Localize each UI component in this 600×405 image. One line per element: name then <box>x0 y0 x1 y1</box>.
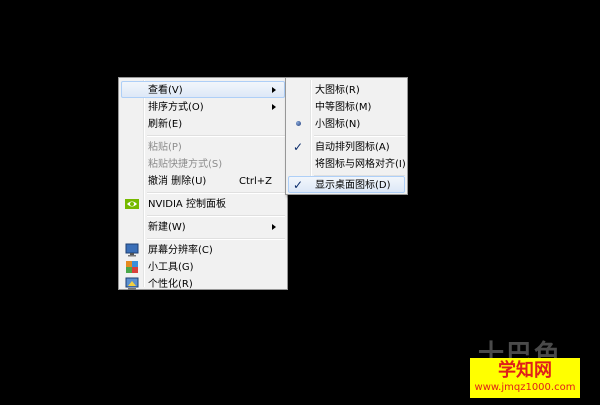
menu-item-screen-resolution[interactable]: 屏幕分辨率(C) <box>121 241 285 258</box>
submenu-item-small-icons[interactable]: 小图标(N) <box>288 115 405 132</box>
submenu-arrow-icon <box>272 224 276 230</box>
menu-item-label: 新建(W) <box>148 222 186 233</box>
submenu-item-show-desktop-icons[interactable]: ✓ 显示桌面图标(D) <box>288 176 405 193</box>
shortcut-label: Ctrl+Z <box>238 176 272 187</box>
menu-item-refresh[interactable]: 刷新(E) <box>121 115 285 132</box>
menu-item-label: 个性化(R) <box>148 279 193 290</box>
menu-item-label: NVIDIA 控制面板 <box>148 199 226 210</box>
menu-item-label: 粘贴(P) <box>148 142 182 153</box>
menu-separator <box>147 215 285 217</box>
menu-item-label: 显示桌面图标(D) <box>315 180 391 191</box>
menu-item-paste-shortcut[interactable]: 粘贴快捷方式(S) <box>121 155 285 172</box>
view-submenu: 大图标(R) 中等图标(M) 小图标(N) ✓ 自动排列图标(A) 将图标与网格… <box>285 77 408 195</box>
submenu-item-auto-arrange[interactable]: ✓ 自动排列图标(A) <box>288 138 405 155</box>
desktop-context-menu: 查看(V) 排序方式(O) 刷新(E) 粘贴(P) 粘贴快捷方式(S) 撤消 删… <box>118 77 288 290</box>
menu-separator <box>314 135 405 137</box>
menu-item-undo-delete[interactable]: 撤消 删除(U) Ctrl+Z <box>121 172 285 189</box>
menu-item-label: 小工具(G) <box>148 262 194 273</box>
menu-item-label: 大图标(R) <box>315 85 360 96</box>
menu-separator <box>147 135 285 137</box>
menu-item-gadgets[interactable]: 小工具(G) <box>121 258 285 275</box>
watermark-title: 学知网 <box>498 360 552 381</box>
menu-item-label: 撤消 删除(U) <box>148 176 207 187</box>
nvidia-icon <box>125 197 139 211</box>
menu-item-sort-by[interactable]: 排序方式(O) <box>121 98 285 115</box>
submenu-item-medium-icons[interactable]: 中等图标(M) <box>288 98 405 115</box>
watermark-badge: 学知网 www.jmqz1000.com <box>470 358 580 398</box>
submenu-item-align-to-grid[interactable]: 将图标与网格对齐(I) <box>288 155 406 172</box>
menu-separator <box>147 238 285 240</box>
monitor-icon <box>125 243 139 257</box>
gadgets-icon <box>125 260 139 274</box>
menu-item-new[interactable]: 新建(W) <box>121 218 285 235</box>
menu-item-label: 粘贴快捷方式(S) <box>148 159 223 170</box>
watermark-url: www.jmqz1000.com <box>474 382 576 393</box>
menu-item-label: 小图标(N) <box>315 119 361 130</box>
menu-item-label: 刷新(E) <box>148 119 183 130</box>
menu-item-label: 屏幕分辨率(C) <box>148 245 213 256</box>
menu-item-personalize[interactable]: 个性化(R) <box>121 275 285 292</box>
menu-item-label: 排序方式(O) <box>148 102 204 113</box>
menu-item-label: 中等图标(M) <box>315 102 372 113</box>
personalize-icon <box>125 277 139 291</box>
menu-item-nvidia-control-panel[interactable]: NVIDIA 控制面板 <box>121 195 285 212</box>
submenu-item-large-icons[interactable]: 大图标(R) <box>288 81 405 98</box>
submenu-arrow-icon <box>272 104 276 110</box>
submenu-arrow-icon <box>272 87 276 93</box>
checkmark-icon: ✓ <box>293 178 304 192</box>
menu-item-label: 将图标与网格对齐(I) <box>315 159 406 170</box>
radio-selected-icon <box>296 121 301 126</box>
menu-item-paste[interactable]: 粘贴(P) <box>121 138 285 155</box>
menu-item-label: 查看(V) <box>148 85 183 96</box>
menu-item-label: 自动排列图标(A) <box>315 142 390 153</box>
menu-separator <box>147 192 285 194</box>
menu-item-view[interactable]: 查看(V) <box>121 81 285 98</box>
checkmark-icon: ✓ <box>293 140 304 154</box>
